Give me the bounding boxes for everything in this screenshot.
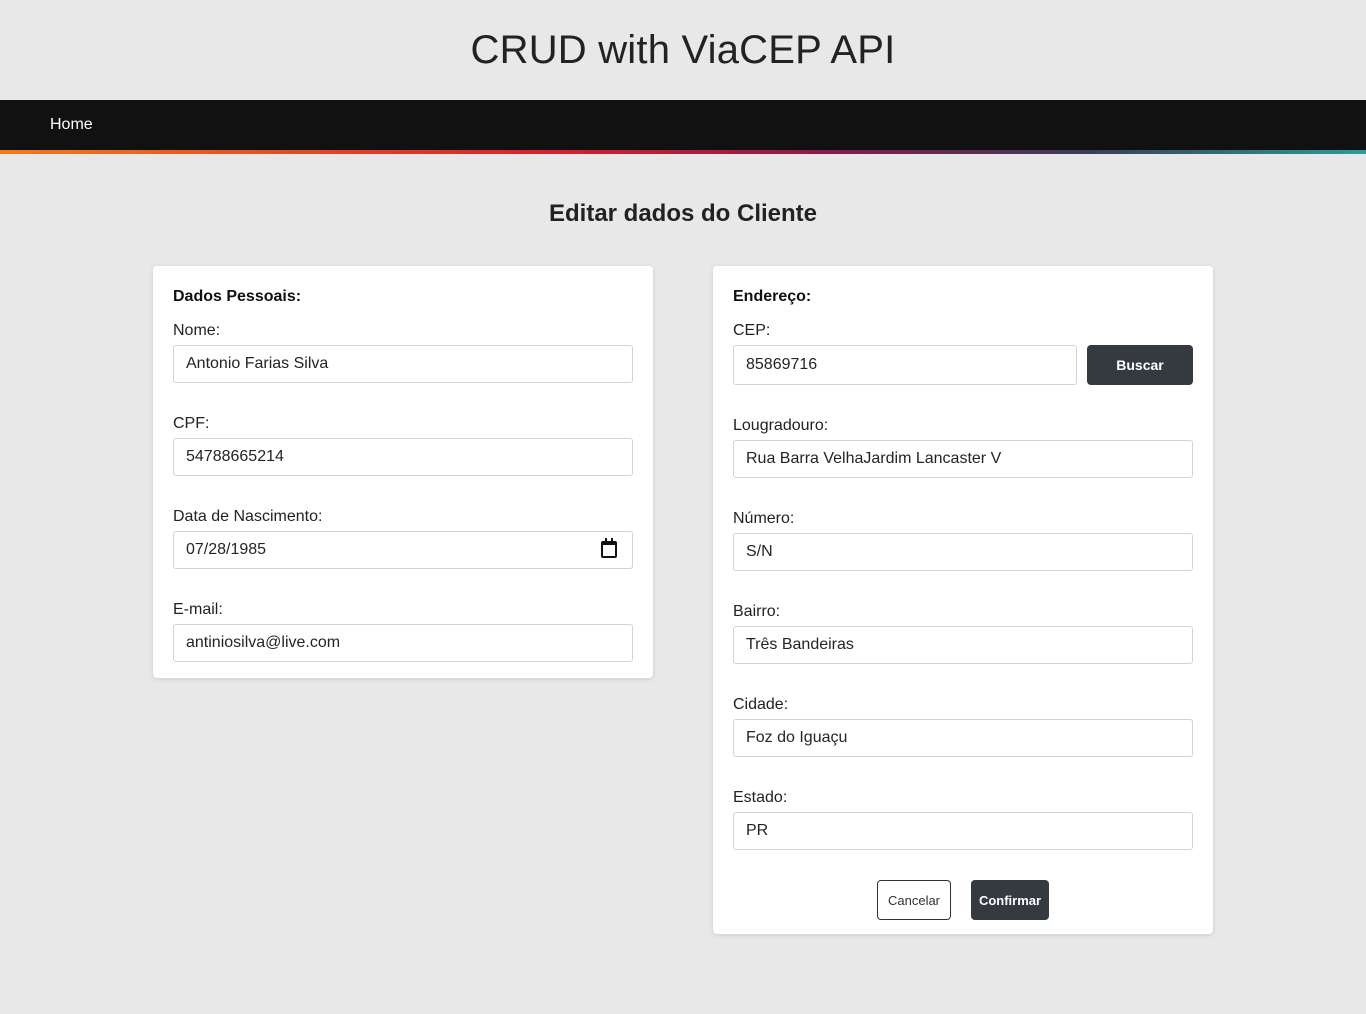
bairro-input[interactable] [733, 626, 1193, 664]
page-heading: Editar dados do Cliente [548, 200, 818, 227]
calendar-icon[interactable] [601, 538, 617, 558]
logradouro-input[interactable] [733, 440, 1193, 478]
cep-input[interactable] [733, 345, 1077, 385]
date-input-wrapper [173, 531, 633, 569]
address-title: Endereço: [733, 288, 812, 305]
email-field-group: E-mail: [173, 601, 633, 662]
nome-field-group: Nome: [173, 322, 633, 383]
cep-input-row: Buscar [733, 345, 1193, 385]
buscar-button[interactable]: Buscar [1087, 345, 1193, 385]
cancel-button[interactable]: Cancelar [877, 880, 951, 920]
numero-field-group: Número: [733, 510, 1193, 571]
personal-data-card: Dados Pessoais: Nome: CPF: Data de Nasci… [153, 266, 653, 678]
nome-input[interactable] [173, 345, 633, 383]
cidade-input[interactable] [733, 719, 1193, 757]
cpf-field-group: CPF: [173, 415, 633, 476]
bairro-field-group: Bairro: [733, 603, 1193, 664]
nome-label: Nome: [173, 322, 221, 339]
site-header: CRUD with ViaCEP API [0, 0, 1366, 100]
cidade-label: Cidade: [733, 696, 789, 713]
numero-label: Número: [733, 510, 795, 527]
cep-field-group: CEP: Buscar [733, 322, 1193, 385]
logradouro-field-group: Lougradouro: [733, 417, 1193, 478]
confirm-button[interactable]: Confirmar [971, 880, 1049, 920]
cep-label: CEP: [733, 322, 771, 339]
cpf-label: CPF: [173, 415, 210, 432]
email-label: E-mail: [173, 601, 223, 618]
personal-data-title: Dados Pessoais: [173, 288, 302, 305]
site-title: CRUD with ViaCEP API [470, 27, 896, 72]
navbar: Home [0, 100, 1366, 154]
estado-field-group: Estado: [733, 789, 1193, 850]
cidade-field-group: Cidade: [733, 696, 1193, 757]
nascimento-label: Data de Nascimento: [173, 508, 323, 525]
numero-input[interactable] [733, 533, 1193, 571]
estado-input[interactable] [733, 812, 1193, 850]
nav-home-link[interactable]: Home [50, 116, 93, 134]
nascimento-date-input[interactable] [173, 531, 633, 569]
estado-label: Estado: [733, 789, 788, 806]
cpf-input[interactable] [173, 438, 633, 476]
logradouro-label: Lougradouro: [733, 417, 829, 434]
address-card: Endereço: CEP: Buscar Lougradouro: Númer… [713, 266, 1213, 934]
nascimento-field-group: Data de Nascimento: [173, 508, 633, 569]
bairro-label: Bairro: [733, 603, 781, 620]
email-input[interactable] [173, 624, 633, 662]
form-actions: Cancelar Confirmar [733, 880, 1193, 920]
